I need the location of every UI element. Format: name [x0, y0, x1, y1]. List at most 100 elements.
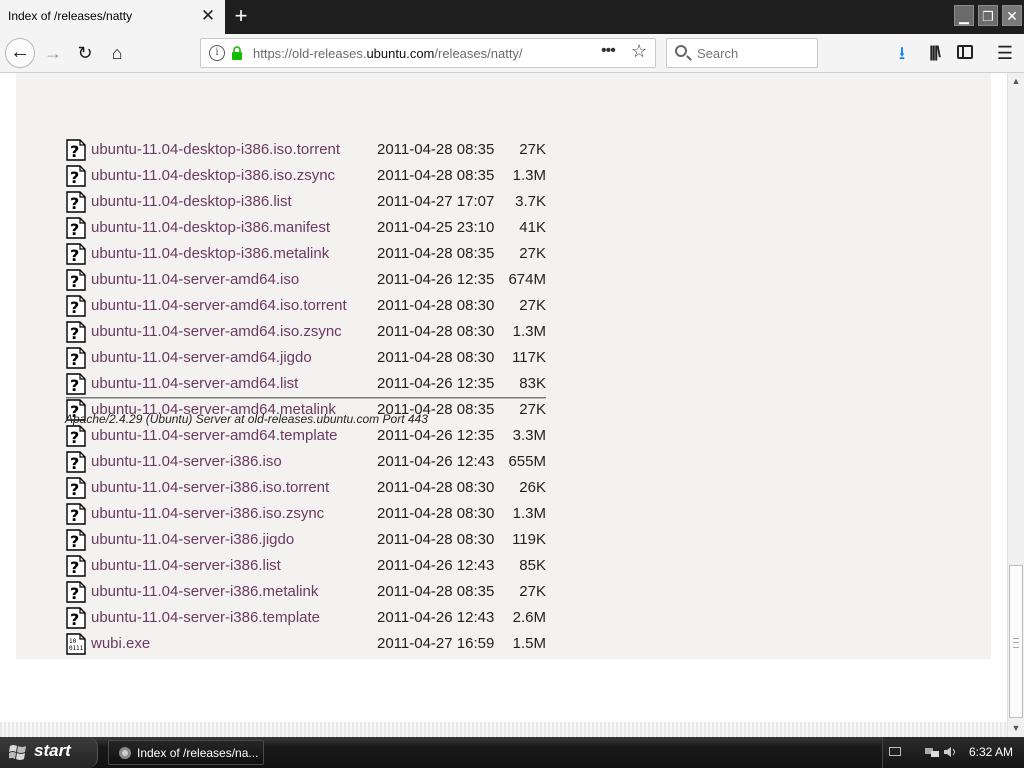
file-link[interactable]: ubuntu-11.04-server-i386.metalink	[91, 583, 318, 600]
unknown-file-icon: ?	[66, 373, 86, 395]
list-item: ? ubuntu-11.04-server-i386.iso.torrent 201…	[66, 475, 546, 501]
search-icon	[675, 45, 687, 57]
list-item: ? ubuntu-11.04-server-amd64.template 2011-…	[66, 423, 546, 449]
binary-file-icon: 1001 11	[66, 633, 86, 655]
file-link[interactable]: ubuntu-11.04-desktop-i386.iso.zsync	[91, 167, 335, 184]
file-link[interactable]: ubuntu-11.04-server-amd64.iso	[91, 271, 299, 288]
page-actions-ellipsis-icon[interactable]: •••	[601, 42, 616, 60]
taskbar: start Index of /releases/na... 6:32 AM	[0, 737, 1024, 768]
unknown-file-icon: ?	[66, 529, 86, 551]
file-link[interactable]: wubi.exe	[91, 635, 150, 652]
vertical-scrollbar[interactable]: ▲ ▼	[1007, 73, 1024, 737]
tab-close-icon[interactable]: ✕	[198, 6, 218, 26]
file-link[interactable]: ubuntu-11.04-server-amd64.iso.torrent	[91, 297, 347, 314]
new-tab-plus-icon[interactable]: +	[229, 3, 253, 29]
page-bottom-strip	[0, 722, 1007, 737]
file-link[interactable]: ubuntu-11.04-server-amd64.jigdo	[91, 349, 312, 366]
file-link[interactable]: ubuntu-11.04-server-amd64.template	[91, 427, 338, 444]
file-size: 85K	[519, 557, 546, 574]
home-icon[interactable]: ⌂	[102, 38, 132, 68]
unknown-file-icon: ?	[66, 503, 86, 525]
unknown-file-icon: ?	[66, 139, 86, 161]
scroll-thumb[interactable]	[1009, 565, 1023, 718]
list-item: ? ubuntu-11.04-server-i386.jigdo 2011-04-2…	[66, 527, 546, 553]
search-input[interactable]	[697, 44, 807, 62]
svg-text:?: ?	[70, 350, 79, 369]
list-item: ? ubuntu-11.04-server-i386.iso 2011-04-26 …	[66, 449, 546, 475]
file-size: 2.6M	[512, 609, 546, 626]
svg-text:?: ?	[70, 272, 79, 291]
bookmark-star-icon[interactable]: ☆	[631, 41, 647, 62]
list-item: ? ubuntu-11.04-server-amd64.iso.torrent 20…	[66, 293, 546, 319]
sidebar-toggle-icon[interactable]	[957, 45, 973, 59]
unknown-file-icon: ?	[66, 477, 86, 499]
file-date: 2011-04-26 12:35	[377, 271, 495, 288]
hamburger-menu-icon[interactable]: ☰	[996, 43, 1014, 63]
unknown-file-icon: ?	[66, 607, 86, 629]
reload-icon[interactable]: ↻	[70, 38, 100, 68]
unknown-file-icon: ?	[66, 321, 86, 343]
library-icon[interactable]: |||\	[924, 42, 944, 64]
file-link[interactable]: ubuntu-11.04-server-i386.iso	[91, 453, 282, 470]
back-arrow-icon[interactable]: ←	[5, 38, 35, 68]
file-size: 1.3M	[512, 167, 546, 184]
unknown-file-icon: ?	[66, 165, 86, 187]
window-close-button[interactable]: ✕	[1002, 5, 1022, 26]
window-minimize-button[interactable]: ▁	[954, 5, 974, 26]
file-date: 2011-04-28 08:30	[377, 323, 495, 340]
url-text[interactable]: https://old-releases.ubuntu.com/releases…	[253, 46, 523, 61]
file-date: 2011-04-28 08:30	[377, 297, 495, 314]
keyboard-icon[interactable]	[889, 747, 901, 756]
unknown-file-icon: ?	[66, 451, 86, 473]
list-item: ? ubuntu-11.04-server-i386.iso.zsync 2011-…	[66, 501, 546, 527]
tab-title: Index of /releases/natty	[8, 9, 133, 23]
file-date: 2011-04-28 08:35	[377, 583, 495, 600]
file-link[interactable]: ubuntu-11.04-desktop-i386.iso.torrent	[91, 141, 340, 158]
network-icon[interactable]	[925, 746, 939, 758]
start-button[interactable]: start	[0, 737, 98, 768]
browser-tab[interactable]: Index of /releases/natty ✕	[0, 0, 225, 34]
file-link[interactable]: ubuntu-11.04-server-i386.list	[91, 557, 281, 574]
download-arrow-icon[interactable]: ⭳	[892, 42, 912, 64]
svg-text:?: ?	[70, 246, 79, 265]
window-restore-button[interactable]: ❐	[978, 5, 998, 26]
scroll-up-arrow-icon[interactable]: ▲	[1008, 73, 1024, 90]
file-link[interactable]: ubuntu-11.04-desktop-i386.list	[91, 193, 292, 210]
file-link[interactable]: ubuntu-11.04-server-i386.iso.zsync	[91, 505, 324, 522]
server-signature: Apache/2.4.29 (Ubuntu) Server at old-rel…	[65, 412, 428, 426]
file-link[interactable]: ubuntu-11.04-desktop-i386.metalink	[91, 245, 329, 262]
taskbar-window-button[interactable]: Index of /releases/na...	[108, 740, 264, 765]
volume-icon[interactable]	[943, 746, 957, 758]
taskbar-window-label: Index of /releases/na...	[137, 746, 259, 760]
file-date: 2011-04-26 12:43	[377, 453, 495, 470]
file-link[interactable]: ubuntu-11.04-server-amd64.iso.zsync	[91, 323, 342, 340]
site-info-icon[interactable]: i	[209, 45, 225, 61]
list-item: ? ubuntu-11.04-server-i386.template 2011-0…	[66, 605, 546, 631]
file-link[interactable]: ubuntu-11.04-server-amd64.list	[91, 375, 298, 392]
unknown-file-icon: ?	[66, 581, 86, 603]
search-box[interactable]	[666, 38, 818, 68]
address-bar[interactable]: i https://old-releases.ubuntu.com/releas…	[200, 38, 656, 68]
file-link[interactable]: ubuntu-11.04-server-i386.iso.torrent	[91, 479, 329, 496]
file-size: 3.3M	[512, 427, 546, 444]
file-date: 2011-04-25 23:10	[377, 219, 495, 236]
file-date: 2011-04-27 17:07	[377, 193, 495, 210]
file-size: 41K	[519, 219, 546, 236]
file-size: 83K	[519, 375, 546, 392]
forward-arrow-icon[interactable]: →	[38, 38, 68, 68]
file-link[interactable]: ubuntu-11.04-server-i386.template	[91, 609, 320, 626]
firefox-icon	[119, 747, 131, 759]
file-link[interactable]: ubuntu-11.04-desktop-i386.manifest	[91, 219, 330, 236]
file-date: 2011-04-28 08:30	[377, 349, 495, 366]
file-date: 2011-04-28 08:35	[377, 245, 495, 262]
scroll-down-arrow-icon[interactable]: ▼	[1008, 720, 1024, 737]
file-link[interactable]: ubuntu-11.04-server-i386.jigdo	[91, 531, 294, 548]
svg-text:?: ?	[70, 220, 79, 239]
file-date: 2011-04-26 12:43	[377, 609, 495, 626]
list-item: ? ubuntu-11.04-server-i386.metalink 2011-0…	[66, 579, 546, 605]
list-item: ? ubuntu-11.04-desktop-i386.manifest 2011-…	[66, 215, 546, 241]
unknown-file-icon: ?	[66, 269, 86, 291]
unknown-file-icon: ?	[66, 555, 86, 577]
list-item: ? ubuntu-11.04-server-amd64.iso 2011-04-26…	[66, 267, 546, 293]
lock-icon[interactable]	[231, 46, 243, 60]
